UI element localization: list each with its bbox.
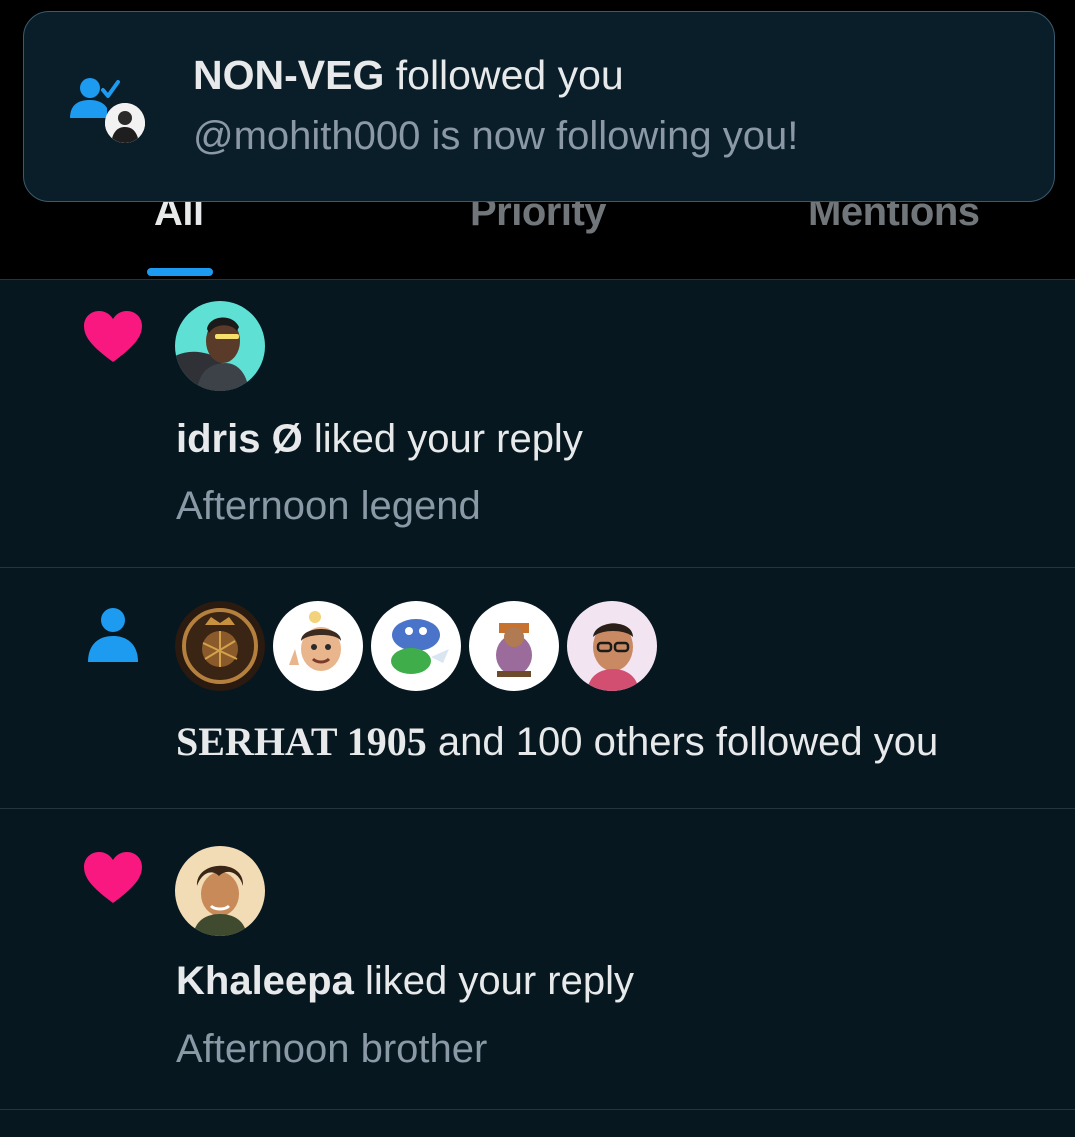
avatar[interactable] — [175, 601, 265, 691]
notification-subtitle: Afternoon brother — [176, 1027, 488, 1071]
heart-icon — [84, 311, 142, 362]
heart-icon — [84, 852, 142, 903]
avatar[interactable] — [371, 601, 461, 691]
notification-item[interactable]: Khaleepa liked your reply Afternoon brot… — [0, 809, 1075, 1110]
notification-actor[interactable]: SERHAT 1905 — [176, 719, 427, 764]
toast-avatar — [105, 103, 145, 143]
notification-actor[interactable]: Khaleepa — [176, 959, 354, 1003]
toast-subtitle: @mohith000 is now following you! — [193, 114, 799, 158]
notification-subtitle: Afternoon legend — [176, 484, 481, 528]
person-icon — [88, 608, 138, 662]
avatar[interactable] — [469, 601, 559, 691]
notification-text: Khaleepa liked your reply — [176, 959, 634, 1004]
notification-text: idris Ø liked your reply — [176, 417, 583, 462]
notification-text: SERHAT 1905 and 100 others followed you — [176, 718, 938, 765]
avatar[interactable] — [273, 601, 363, 691]
avatar[interactable] — [567, 601, 657, 691]
avatar[interactable] — [175, 846, 265, 936]
toast-name: NON-VEG — [193, 52, 385, 98]
notification-item[interactable]: idris Ø liked your reply Afternoon legen… — [0, 280, 1075, 568]
active-tab-indicator — [147, 268, 213, 276]
follow-toast[interactable]: NON-VEG followed you @mohith000 is now f… — [23, 11, 1055, 202]
avatar[interactable] — [175, 301, 265, 391]
toast-title: NON-VEG followed you — [193, 52, 624, 99]
notification-action: and 100 others followed you — [426, 720, 939, 764]
notification-actor[interactable]: idris Ø — [176, 417, 303, 461]
notification-action: liked your reply — [353, 959, 634, 1003]
notification-item[interactable]: SERHAT 1905 and 100 others followed you — [0, 568, 1075, 809]
toast-action: followed you — [384, 52, 624, 98]
notification-action: liked your reply — [302, 417, 583, 461]
